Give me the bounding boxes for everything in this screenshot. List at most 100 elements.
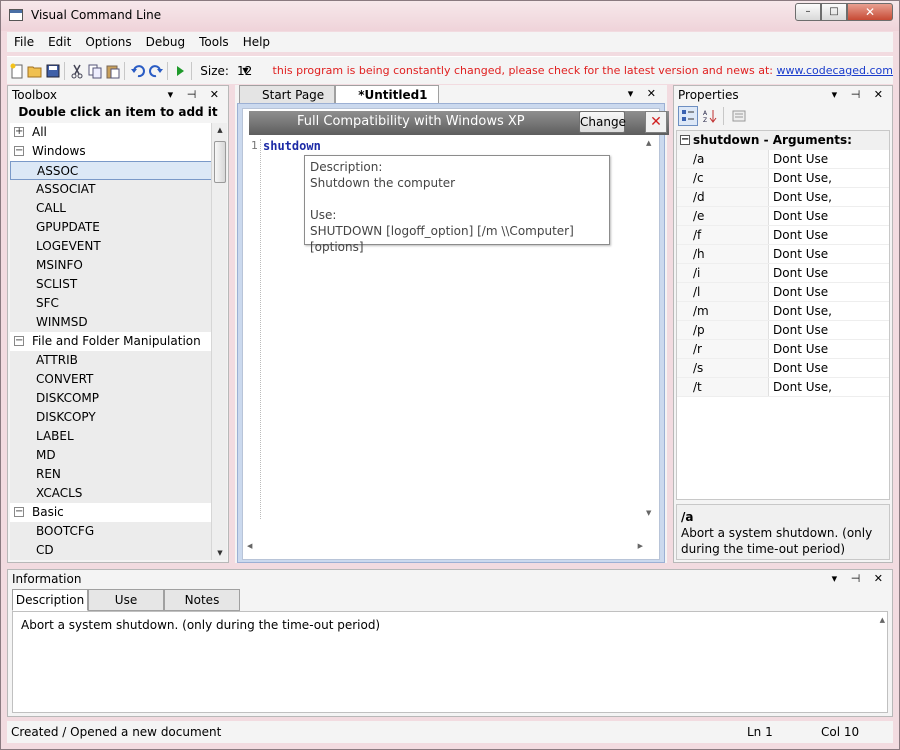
undo-button[interactable] <box>130 60 146 82</box>
toolbox-item[interactable]: GPUPDATE <box>10 218 212 237</box>
tab-notes[interactable]: Notes <box>164 589 240 611</box>
collapse-icon[interactable]: − <box>14 146 24 156</box>
property-value[interactable]: Dont Use <box>769 321 828 339</box>
menu-debug[interactable]: Debug <box>139 32 192 52</box>
menu-tools[interactable]: Tools <box>192 32 236 52</box>
toolbox-item[interactable]: DISKCOMP <box>10 389 212 408</box>
tab-untitled1[interactable]: *Untitled1 <box>335 85 439 103</box>
property-row[interactable]: /r Dont Use <box>677 340 889 359</box>
toolbox-item[interactable]: SFC <box>10 294 212 313</box>
collapse-icon[interactable]: − <box>14 507 24 517</box>
toolbox-item[interactable]: CALL <box>10 199 212 218</box>
property-pages-button[interactable] <box>729 106 749 126</box>
editor-hscrollbar[interactable]: ◀ ▶ <box>247 542 643 556</box>
editor-vscrollbar[interactable]: ▲ ▼ <box>644 139 658 517</box>
redo-button[interactable] <box>148 60 164 82</box>
toolbox-item[interactable]: CD <box>10 541 212 560</box>
scroll-up-icon[interactable]: ▲ <box>880 616 885 624</box>
copy-button[interactable] <box>87 60 103 82</box>
code-editor[interactable]: Full Compatibility with Windows XP Chang… <box>242 108 669 560</box>
information-body[interactable]: Abort a system shutdown. (only during th… <box>12 611 888 713</box>
property-row[interactable]: /m Dont Use, <box>677 302 889 321</box>
tab-use[interactable]: Use <box>88 589 164 611</box>
property-row[interactable]: /a Dont Use <box>677 150 889 169</box>
property-value[interactable]: Dont Use, <box>769 169 832 187</box>
toolbox-item-assoc[interactable]: ASSOC <box>10 161 212 180</box>
toolbox-group-all[interactable]: + All <box>10 123 212 142</box>
property-row[interactable]: /d Dont Use, <box>677 188 889 207</box>
property-row[interactable]: /p Dont Use <box>677 321 889 340</box>
new-file-button[interactable] <box>9 60 25 82</box>
property-row[interactable]: /i Dont Use <box>677 264 889 283</box>
maximize-button[interactable]: □ <box>821 3 847 21</box>
scroll-up-icon[interactable]: ▲ <box>212 123 228 137</box>
property-value[interactable]: Dont Use <box>769 207 828 225</box>
panel-buttons[interactable]: ▾ ⊣ ✕ <box>832 86 888 104</box>
minimize-button[interactable]: – <box>795 3 821 21</box>
property-value[interactable]: Dont Use <box>769 226 828 244</box>
scroll-thumb[interactable] <box>214 141 226 183</box>
panel-buttons[interactable]: ▾ ⊣ ✕ <box>832 570 888 588</box>
news-link[interactable]: www.codecaged.com <box>776 64 893 77</box>
property-row[interactable]: /e Dont Use <box>677 207 889 226</box>
tab-start-page[interactable]: Start Page <box>239 85 336 103</box>
toolbox-scrollbar[interactable]: ▲ ▼ <box>211 123 227 560</box>
property-value[interactable]: Dont Use, <box>769 188 832 206</box>
run-button[interactable] <box>172 60 188 82</box>
toolbox-item[interactable]: WINMSD <box>10 313 212 332</box>
toolbox-item[interactable]: ASSOCIAT <box>10 180 212 199</box>
open-button[interactable] <box>27 60 43 82</box>
title-bar[interactable]: Visual Command Line – □ ✕ <box>1 1 899 31</box>
close-compat-button[interactable]: ✕ <box>645 111 667 133</box>
toolbox-item[interactable]: CONVERT <box>10 370 212 389</box>
toolbox-item[interactable]: REN <box>10 465 212 484</box>
toolbox-item[interactable]: MSINFO <box>10 256 212 275</box>
collapse-icon[interactable]: − <box>14 336 24 346</box>
menu-file[interactable]: File <box>7 32 41 52</box>
property-value[interactable]: Dont Use <box>769 150 828 168</box>
toolbox-group-windows[interactable]: − Windows <box>10 142 212 161</box>
scroll-down-icon[interactable]: ▼ <box>646 509 651 517</box>
save-button[interactable] <box>45 60 61 82</box>
change-button[interactable]: Change <box>579 111 626 133</box>
toolbox-group-file-folder[interactable]: − File and Folder Manipulation <box>10 332 212 351</box>
property-row[interactable]: /s Dont Use <box>677 359 889 378</box>
toolbox-item[interactable]: SCLIST <box>10 275 212 294</box>
property-row[interactable]: /t Dont Use, <box>677 378 889 397</box>
toolbox-item[interactable]: LOGEVENT <box>10 237 212 256</box>
toolbox-item[interactable]: XCACLS <box>10 484 212 503</box>
menu-edit[interactable]: Edit <box>41 32 78 52</box>
collapse-icon[interactable]: − <box>680 135 690 145</box>
scroll-left-icon[interactable]: ◀ <box>247 542 252 550</box>
property-row[interactable]: /c Dont Use, <box>677 169 889 188</box>
property-category[interactable]: − shutdown - Arguments: <box>677 131 889 150</box>
menu-options[interactable]: Options <box>78 32 138 52</box>
toolbox-item[interactable]: ATTRIB <box>10 351 212 370</box>
scroll-right-icon[interactable]: ▶ <box>638 542 643 550</box>
property-value[interactable]: Dont Use <box>769 264 828 282</box>
size-select[interactable]: 12 ▼ <box>237 62 253 80</box>
toolbox-item[interactable]: MD <box>10 446 212 465</box>
cut-button[interactable] <box>69 60 85 82</box>
property-value[interactable]: Dont Use, <box>769 378 832 396</box>
property-value[interactable]: Dont Use <box>769 359 828 377</box>
property-value[interactable]: Dont Use <box>769 340 828 358</box>
toolbox-item[interactable]: DISKCOPY <box>10 408 212 427</box>
toolbox-item[interactable]: LABEL <box>10 427 212 446</box>
toolbox-item[interactable]: BOOTCFG <box>10 522 212 541</box>
property-row[interactable]: /h Dont Use <box>677 245 889 264</box>
paste-button[interactable] <box>105 60 121 82</box>
code-line[interactable]: shutdown <box>263 139 321 153</box>
toolbox-group-basic[interactable]: − Basic <box>10 503 212 522</box>
tab-buttons[interactable]: ▾ ✕ <box>628 85 661 103</box>
panel-buttons[interactable]: ▾ ⊣ ✕ <box>168 86 224 104</box>
close-button[interactable]: ✕ <box>847 3 893 21</box>
property-value[interactable]: Dont Use <box>769 245 828 263</box>
scroll-down-icon[interactable]: ▼ <box>212 546 228 560</box>
categorized-button[interactable] <box>678 106 698 126</box>
property-row[interactable]: /f Dont Use <box>677 226 889 245</box>
scroll-up-icon[interactable]: ▲ <box>646 139 651 147</box>
menu-help[interactable]: Help <box>236 32 277 52</box>
alphabetical-button[interactable]: AZ <box>700 106 720 126</box>
property-value[interactable]: Dont Use, <box>769 302 832 320</box>
